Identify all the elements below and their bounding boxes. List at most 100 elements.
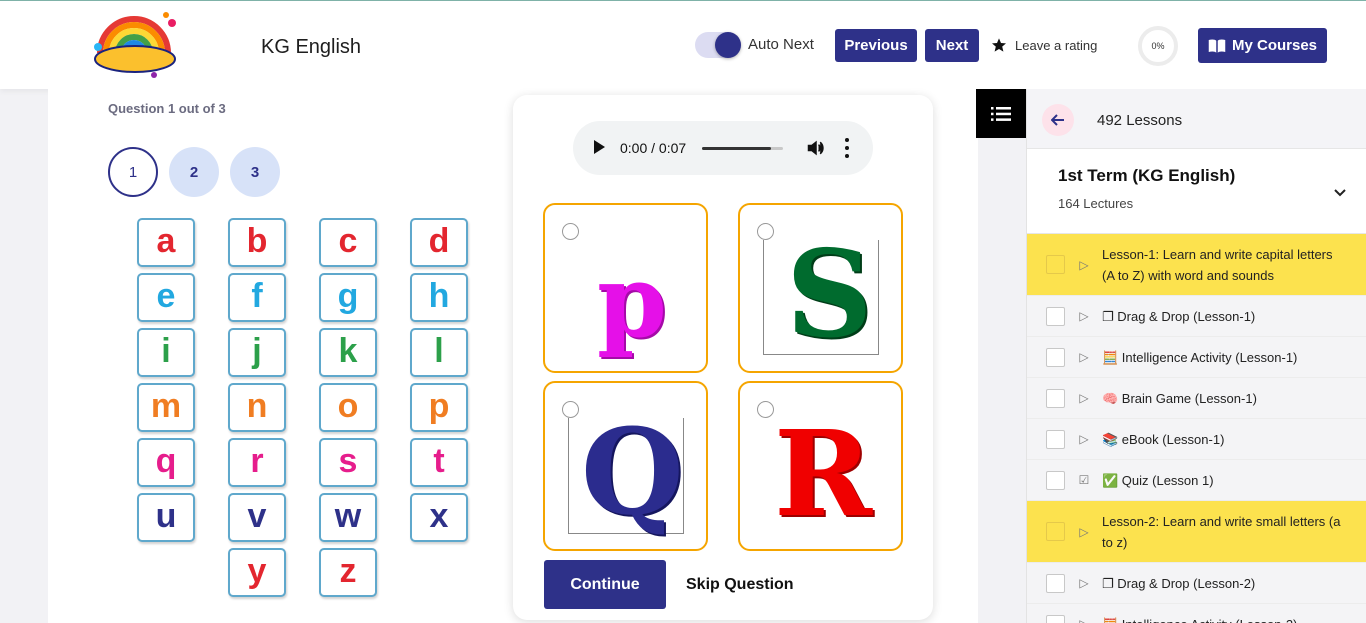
play-icon: ▷ bbox=[1079, 350, 1089, 364]
chevron-down-icon[interactable] bbox=[1333, 185, 1347, 199]
lesson-row[interactable]: ▷ 📚 eBook (Lesson-1) bbox=[1027, 419, 1366, 460]
alphabet-tile: o bbox=[319, 383, 377, 432]
answer-option-s[interactable]: S bbox=[738, 203, 903, 373]
alphabet-tile: l bbox=[410, 328, 468, 377]
previous-button[interactable]: Previous bbox=[835, 29, 917, 62]
alphabet-tile: c bbox=[319, 218, 377, 267]
answer-option-p[interactable]: p bbox=[543, 203, 708, 373]
question-nav-2[interactable]: 2 bbox=[169, 147, 219, 197]
sidebar-header: 492 Lessons bbox=[1027, 89, 1366, 148]
play-icon: ▷ bbox=[1079, 576, 1089, 590]
option-radio[interactable] bbox=[562, 401, 579, 418]
option-radio[interactable] bbox=[562, 223, 579, 240]
lesson-title: 📚 eBook (Lesson-1) bbox=[1102, 431, 1225, 447]
lesson-title: 🧠 Brain Game (Lesson-1) bbox=[1102, 390, 1257, 406]
more-options-icon[interactable] bbox=[844, 138, 850, 158]
book-open-icon bbox=[1208, 39, 1226, 53]
lesson-row[interactable]: ▷ 🧠 Brain Game (Lesson-1) bbox=[1027, 378, 1366, 419]
lesson-row[interactable]: ▷ Lesson-1: Learn and write capital lett… bbox=[1027, 234, 1366, 296]
alphabet-tile: w bbox=[319, 493, 377, 542]
answer-option-r[interactable]: R bbox=[738, 381, 903, 551]
lesson-count: 492 Lessons bbox=[1097, 112, 1183, 129]
lesson-checkbox[interactable] bbox=[1046, 429, 1065, 449]
skip-question-button[interactable]: Skip Question bbox=[686, 576, 794, 594]
alphabet-tile: s bbox=[319, 438, 377, 487]
audio-time: 0:00 / 0:07 bbox=[620, 140, 687, 156]
lesson-list: ▷ Lesson-1: Learn and write capital lett… bbox=[1027, 234, 1366, 623]
lesson-checkbox[interactable] bbox=[1046, 388, 1065, 408]
play-icon[interactable] bbox=[594, 140, 605, 154]
audio-seek-bar[interactable] bbox=[702, 147, 783, 150]
lesson-checkbox[interactable] bbox=[1046, 470, 1065, 490]
star-icon bbox=[992, 38, 1006, 52]
quiz-icon: ☑ bbox=[1078, 473, 1090, 487]
alphabet-tile: t bbox=[410, 438, 468, 487]
lesson-checkbox[interactable] bbox=[1046, 614, 1065, 623]
lesson-row[interactable]: ▷ 🧮 Intelligence Activity (Lesson-1) bbox=[1027, 337, 1366, 378]
auto-next-label: Auto Next bbox=[748, 36, 814, 53]
lesson-row[interactable]: ▷ 🧮 Intelligence Activity (Lesson-2) bbox=[1027, 604, 1366, 623]
top-header: KG English Auto Next Previous Next Leave… bbox=[0, 0, 1366, 89]
alphabet-tile: b bbox=[228, 218, 286, 267]
alphabet-tile: r bbox=[228, 438, 286, 487]
question-nav-3[interactable]: 3 bbox=[230, 147, 280, 197]
alphabet-tile: h bbox=[410, 273, 468, 322]
alphabet-tile: z bbox=[319, 548, 377, 597]
question-nav-1[interactable]: 1 bbox=[108, 147, 158, 197]
alphabet-tile: v bbox=[228, 493, 286, 542]
course-title: KG English bbox=[261, 36, 362, 58]
auto-next-toggle[interactable] bbox=[695, 32, 741, 58]
audio-player[interactable]: 0:00 / 0:07 bbox=[573, 121, 873, 175]
alphabet-tile: q bbox=[137, 438, 195, 487]
option-letter: p bbox=[597, 242, 667, 360]
alphabet-tile: k bbox=[319, 328, 377, 377]
curriculum-sidebar: 492 Lessons 1st Term (KG English) 164 Le… bbox=[1026, 89, 1366, 623]
my-courses-label: My Courses bbox=[1231, 37, 1318, 54]
alphabet-tile: g bbox=[319, 273, 377, 322]
volume-icon[interactable] bbox=[806, 138, 826, 158]
alphabet-tile: p bbox=[410, 383, 468, 432]
alphabet-tile: x bbox=[410, 493, 468, 542]
answer-option-q[interactable]: Q bbox=[543, 381, 708, 551]
junior-cambridge-logo[interactable] bbox=[92, 9, 178, 81]
alphabet-tile: f bbox=[228, 273, 286, 322]
question-counter: Question 1 out of 3 bbox=[108, 101, 226, 116]
lesson-title: 🧮 Intelligence Activity (Lesson-1) bbox=[1102, 349, 1298, 365]
lesson-checkbox[interactable] bbox=[1046, 255, 1065, 274]
lesson-checkbox[interactable] bbox=[1046, 306, 1065, 326]
toggle-knob bbox=[715, 32, 741, 58]
sidebar-back-button[interactable] bbox=[1042, 104, 1074, 136]
option-radio[interactable] bbox=[757, 223, 774, 240]
course-progress-indicator: 0% bbox=[1138, 26, 1178, 66]
alphabet-tile: d bbox=[410, 218, 468, 267]
alphabet-tile: m bbox=[137, 383, 195, 432]
progress-label: 0% bbox=[1151, 41, 1165, 51]
my-courses-button[interactable]: My Courses bbox=[1198, 28, 1327, 63]
lesson-checkbox[interactable] bbox=[1046, 573, 1065, 593]
lesson-title: 🧮 Intelligence Activity (Lesson-2) bbox=[1102, 614, 1345, 623]
lesson-title: ❐ Drag & Drop (Lesson-2) bbox=[1102, 575, 1256, 591]
curriculum-menu-button[interactable] bbox=[976, 89, 1026, 138]
lesson-checkbox[interactable] bbox=[1046, 522, 1065, 541]
term-section-header[interactable]: 1st Term (KG English) 164 Lectures bbox=[1027, 148, 1366, 234]
play-icon: ▷ bbox=[1079, 309, 1089, 323]
option-radio[interactable] bbox=[757, 401, 774, 418]
rating-label: Leave a rating bbox=[1015, 37, 1098, 53]
lesson-title: ✅ Quiz (Lesson 1) bbox=[1102, 472, 1214, 488]
option-letter: S bbox=[786, 224, 873, 365]
play-icon: ▷ bbox=[1079, 257, 1089, 272]
lesson-row[interactable]: ▷ Lesson-2: Learn and write small letter… bbox=[1027, 501, 1366, 563]
play-icon: ▷ bbox=[1079, 391, 1089, 405]
alphabet-tile: e bbox=[137, 273, 195, 322]
arrow-left-icon bbox=[1051, 114, 1064, 126]
option-letter: R bbox=[774, 404, 873, 543]
alphabet-tile: a bbox=[137, 218, 195, 267]
lesson-row[interactable]: ▷ ❐ Drag & Drop (Lesson-2) bbox=[1027, 563, 1366, 604]
lesson-title: Lesson-2: Learn and write small letters … bbox=[1102, 513, 1341, 550]
leave-rating-link[interactable]: Leave a rating bbox=[991, 37, 1097, 53]
continue-button[interactable]: Continue bbox=[544, 560, 666, 609]
lesson-checkbox[interactable] bbox=[1046, 347, 1065, 367]
lesson-row[interactable]: ▷ ❐ Drag & Drop (Lesson-1) bbox=[1027, 296, 1366, 337]
lesson-row[interactable]: ☑ ✅ Quiz (Lesson 1) bbox=[1027, 460, 1366, 501]
next-button[interactable]: Next bbox=[925, 29, 979, 62]
